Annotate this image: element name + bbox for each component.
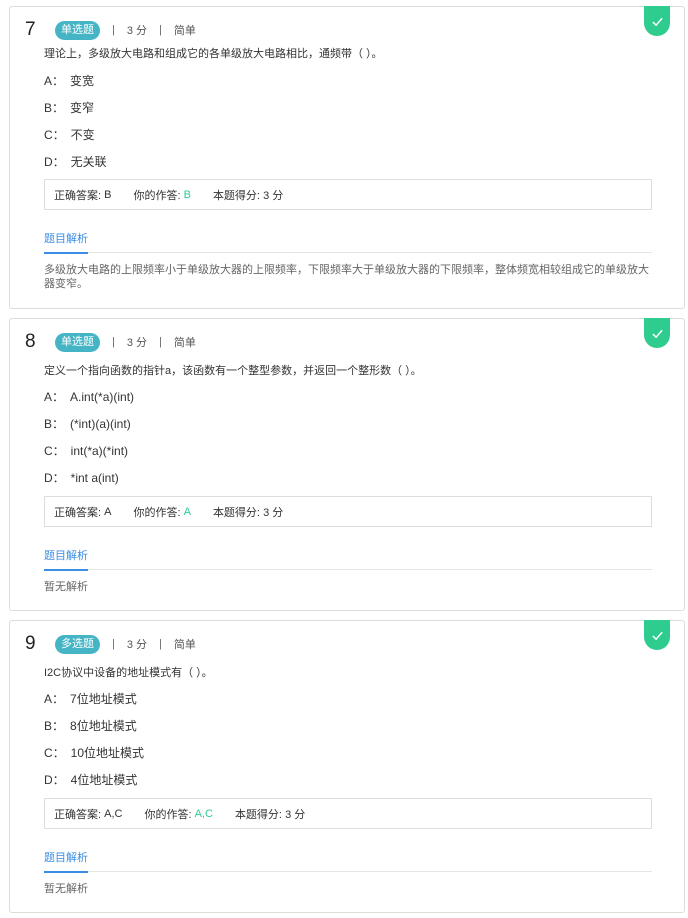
your-answer-label: 你的作答: <box>133 189 181 202</box>
your-answer-value: B <box>183 188 191 201</box>
option-text: *int a(int) <box>70 471 119 485</box>
question-number: 8 <box>25 331 36 352</box>
option-b: B： 变窄 <box>44 99 94 116</box>
divider: | <box>159 24 162 36</box>
option-b: B： 8位地址模式 <box>44 717 137 734</box>
question-number: 9 <box>25 633 36 654</box>
correct-answer-value: A,C <box>104 807 123 820</box>
divider: | <box>112 24 115 36</box>
option-key: C： <box>44 444 65 458</box>
option-text: A.int(*a)(int) <box>70 390 135 404</box>
score-label: 本题得分: <box>234 808 282 821</box>
option-c: C： int(*a)(*int) <box>44 442 128 459</box>
correct-answer-value: B <box>104 188 112 201</box>
question-difficulty: 简单 <box>173 639 196 651</box>
question-stem: I2C协议中设备的地址模式有（ ）。 <box>44 667 213 679</box>
option-key: C： <box>44 128 65 142</box>
option-c: C： 不变 <box>44 126 95 143</box>
tab-analysis[interactable]: 题目解析 <box>44 849 88 873</box>
correct-check-icon <box>644 318 670 348</box>
option-d: D： 无关联 <box>44 153 107 170</box>
question-score: 3 分 <box>126 337 148 349</box>
analysis-text: 暂无解析 <box>44 581 88 593</box>
option-b: B： (*int)(a)(int) <box>44 415 131 432</box>
answer-summary: 正确答案: A,C 你的作答: A,C 本题得分: 3 分 <box>44 798 652 829</box>
score-value: 3 分 <box>263 506 284 519</box>
score-label: 本题得分: <box>212 189 260 202</box>
correct-check-icon <box>644 620 670 650</box>
answer-summary: 正确答案: B 你的作答: B 本题得分: 3 分 <box>44 179 652 210</box>
divider: | <box>159 638 162 650</box>
option-a: A： 7位地址模式 <box>44 690 137 707</box>
question-card: 9 多选题 | 3 分 | 简单 I2C协议中设备的地址模式有（ ）。 A： 7位… <box>9 620 685 913</box>
analysis-text: 多级放大电路的上限频率小于单级放大器的上限频率，下限频率大于单级放大器的下限频率… <box>44 264 649 290</box>
divider: | <box>112 638 115 650</box>
option-d: D： *int a(int) <box>44 469 119 486</box>
option-text: 无关联 <box>70 155 107 169</box>
question-stem: 理论上，多级放大电路和组成它的各单级放大电路相比，通频带（ ）。 <box>44 48 383 60</box>
question-number: 7 <box>25 19 36 40</box>
option-text: 8位地址模式 <box>70 719 137 733</box>
analysis-tabs: 题目解析 <box>44 849 652 873</box>
option-c: C： 10位地址模式 <box>44 744 144 761</box>
your-answer-label: 你的作答: <box>144 808 192 821</box>
option-a: A： 变宽 <box>44 72 94 89</box>
score-value: 3 分 <box>263 189 284 202</box>
question-type-badge: 单选题 <box>55 332 100 352</box>
question-score: 3 分 <box>126 25 148 37</box>
analysis-text: 暂无解析 <box>44 883 88 895</box>
answer-summary: 正确答案: A 你的作答: A 本题得分: 3 分 <box>44 496 652 527</box>
question-card: 7 单选题 | 3 分 | 简单 理论上，多级放大电路和组成它的各单级放大电路相… <box>9 6 685 309</box>
option-key: D： <box>44 155 65 169</box>
correct-answer-value: A <box>104 505 112 518</box>
tab-analysis[interactable]: 题目解析 <box>44 547 88 571</box>
divider: | <box>112 336 115 348</box>
your-answer-label: 你的作答: <box>133 506 181 519</box>
option-key: D： <box>44 773 65 787</box>
question-header: 7 单选题 | 3 分 | 简单 <box>25 19 196 41</box>
question-type-badge: 多选题 <box>55 634 100 654</box>
your-answer-value: A,C <box>194 807 213 820</box>
question-header: 8 单选题 | 3 分 | 简单 <box>25 331 196 353</box>
option-text: 不变 <box>70 128 95 142</box>
option-key: C： <box>44 746 65 760</box>
divider: | <box>159 336 162 348</box>
correct-answer-label: 正确答案: <box>54 808 102 821</box>
correct-answer-label: 正确答案: <box>54 189 102 202</box>
tab-analysis[interactable]: 题目解析 <box>44 230 88 254</box>
option-a: A： A.int(*a)(int) <box>44 388 134 405</box>
option-key: D： <box>44 471 65 485</box>
question-score: 3 分 <box>126 639 148 651</box>
question-header: 9 多选题 | 3 分 | 简单 <box>25 633 196 655</box>
question-type-badge: 单选题 <box>55 20 100 40</box>
score-label: 本题得分: <box>212 506 260 519</box>
option-key: A： <box>44 74 65 88</box>
correct-answer-label: 正确答案: <box>54 506 102 519</box>
correct-check-icon <box>644 6 670 36</box>
option-key: B： <box>44 101 65 115</box>
option-text: 10位地址模式 <box>70 746 145 760</box>
option-text: 4位地址模式 <box>70 773 138 787</box>
question-stem: 定义一个指向函数的指针a，该函数有一个整型参数，并返回一个整形数（ ）。 <box>44 365 422 377</box>
question-difficulty: 简单 <box>173 25 196 37</box>
option-text: (*int)(a)(int) <box>70 417 131 431</box>
option-d: D： 4位地址模式 <box>44 771 137 788</box>
option-key: A： <box>44 692 65 706</box>
question-difficulty: 简单 <box>173 337 196 349</box>
option-key: B： <box>44 719 65 733</box>
question-card: 8 单选题 | 3 分 | 简单 定义一个指向函数的指针a，该函数有一个整型参数… <box>9 318 685 611</box>
option-text: 变宽 <box>70 74 95 88</box>
your-answer-value: A <box>183 505 191 518</box>
option-key: B： <box>44 417 65 431</box>
score-value: 3 分 <box>285 808 306 821</box>
option-text: 7位地址模式 <box>70 692 137 706</box>
option-key: A： <box>44 390 65 404</box>
analysis-tabs: 题目解析 <box>44 230 652 254</box>
analysis-tabs: 题目解析 <box>44 547 652 571</box>
option-text: int(*a)(*int) <box>70 444 129 458</box>
option-text: 变窄 <box>70 101 95 115</box>
